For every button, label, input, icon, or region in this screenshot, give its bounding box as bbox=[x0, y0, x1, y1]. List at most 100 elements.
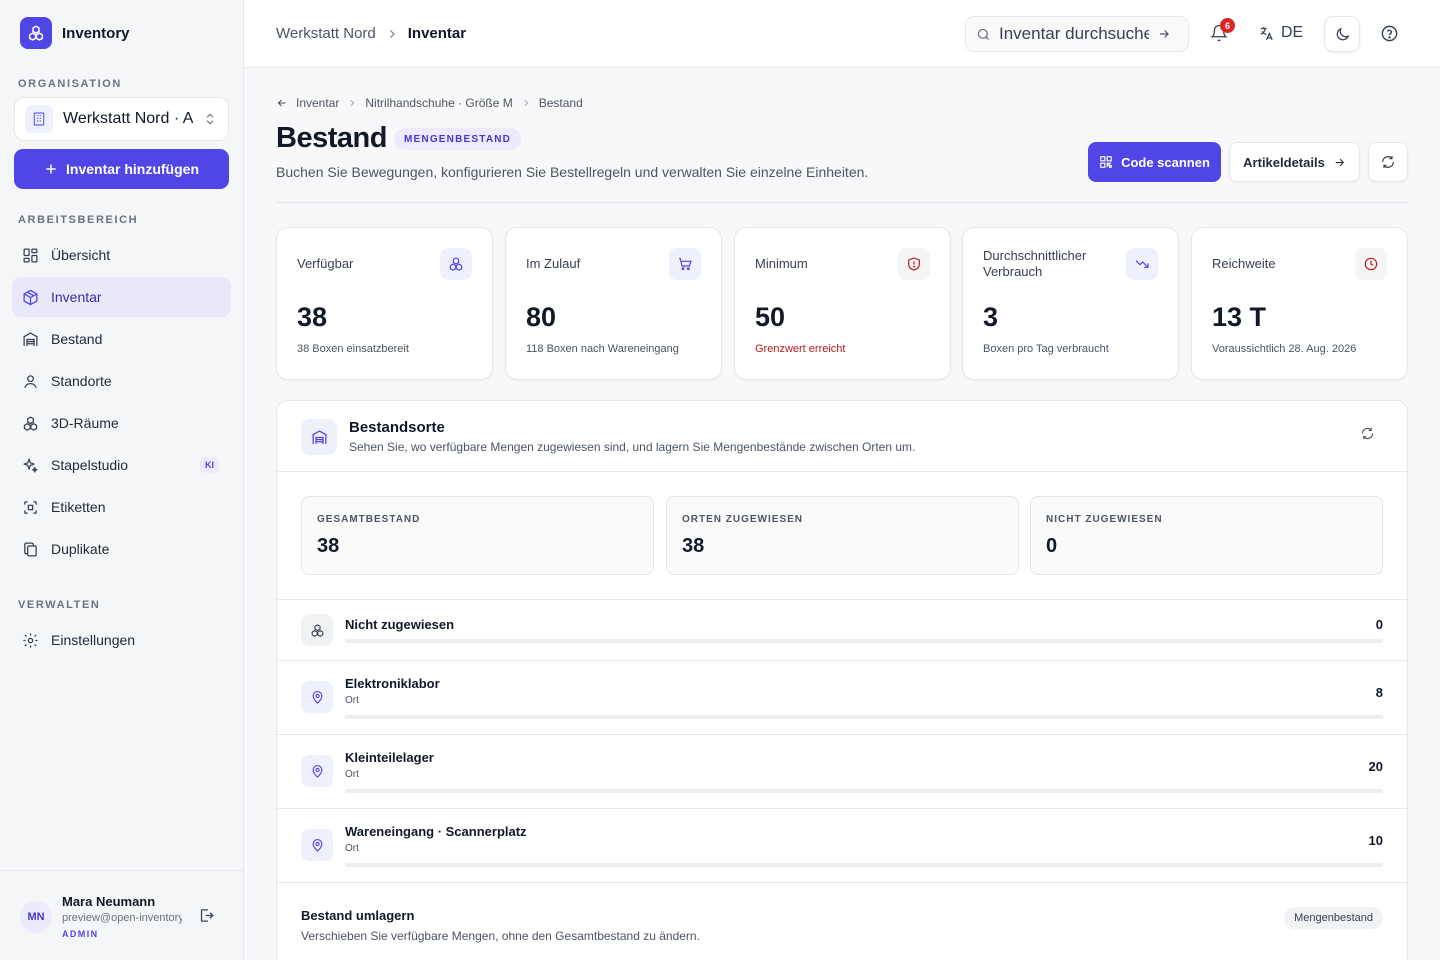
stat-label: Verfügbar bbox=[297, 256, 354, 271]
stat-caption: Boxen pro Tag verbraucht bbox=[983, 343, 1109, 355]
map-pin-icon bbox=[301, 681, 333, 713]
shield-alert-icon bbox=[898, 248, 930, 280]
summary-unassigned: NICHT ZUGEWIESEN 0 bbox=[1030, 496, 1383, 575]
user-panel: MN Mara Neumann preview@open-inventory A… bbox=[0, 870, 243, 960]
search-box[interactable] bbox=[965, 16, 1189, 52]
sidebar-item-stock[interactable]: Bestand bbox=[12, 319, 231, 359]
location-type: Ort bbox=[345, 769, 359, 780]
sidebar-item-3d-rooms[interactable]: 3D-Räume bbox=[12, 403, 231, 443]
arrow-right-icon[interactable] bbox=[1157, 27, 1171, 41]
panel-title: Bestandsorte bbox=[349, 419, 445, 436]
add-inventory-button[interactable]: Inventar hinzufügen bbox=[14, 149, 229, 189]
breadcrumb-item[interactable]: Werkstatt Nord bbox=[276, 25, 376, 42]
stat-card-avg-consumption: Durchschnittlicher Verbrauch 3 Boxen pro… bbox=[962, 227, 1179, 380]
divider bbox=[276, 202, 1408, 203]
move-stock-title: Bestand umlagern bbox=[301, 908, 415, 923]
stock-type-badge: Mengenbestand bbox=[1284, 907, 1383, 929]
stat-card-available: Verfügbar 38 38 Boxen einsatzbereit bbox=[276, 227, 493, 380]
language-label: DE bbox=[1281, 24, 1304, 41]
stat-card-coverage: Reichweite 13 T Voraussichtlich 28. Aug.… bbox=[1191, 227, 1408, 380]
item-details-button[interactable]: Artikeldetails bbox=[1229, 142, 1360, 182]
user-email: preview@open-inventory bbox=[62, 912, 182, 924]
location-row[interactable]: Elektroniklabor Ort 8 bbox=[277, 660, 1407, 734]
breadcrumb-item[interactable]: Inventar bbox=[296, 96, 339, 110]
organisation-name: Werkstatt Nord · A bbox=[63, 110, 193, 127]
add-inventory-label: Inventar hinzufügen bbox=[66, 161, 199, 177]
page-subtitle: Buchen Sie Bewegungen, konfigurieren Sie… bbox=[276, 164, 869, 180]
sidebar-item-settings[interactable]: Einstellungen bbox=[12, 620, 231, 660]
stat-value: 38 bbox=[297, 302, 328, 332]
workspace-label: ARBEITSBEREICH bbox=[18, 214, 139, 226]
ai-badge: KI bbox=[200, 457, 219, 473]
move-stock-subtitle: Verschieben Sie verfügbare Mengen, ohne … bbox=[301, 929, 700, 943]
manage-label: VERWALTEN bbox=[18, 599, 101, 611]
stat-value: 13 T bbox=[1212, 302, 1267, 332]
summary-value: 0 bbox=[1046, 535, 1058, 557]
location-type: Ort bbox=[345, 695, 359, 706]
help-icon[interactable] bbox=[1380, 24, 1399, 48]
main-content: Inventar Nitrilhandschuhe · Größe M Best… bbox=[244, 68, 1440, 960]
stat-caption: Voraussichtlich 28. Aug. 2026 bbox=[1212, 343, 1357, 355]
stat-caption: 118 Boxen nach Wareneingang bbox=[526, 343, 679, 355]
search-input[interactable] bbox=[999, 24, 1149, 44]
summary-label: GESAMTBESTAND bbox=[317, 514, 421, 525]
location-row[interactable]: Wareneingang · Scannerplatz Ort 10 bbox=[277, 808, 1407, 882]
refresh-icon[interactable] bbox=[1360, 426, 1375, 446]
avatar[interactable]: MN bbox=[20, 901, 52, 933]
breadcrumb-current: Bestand bbox=[538, 96, 583, 110]
location-name: Kleinteilelager bbox=[345, 750, 434, 765]
user-name: Mara Neumann bbox=[62, 894, 156, 909]
refresh-icon bbox=[1382, 156, 1394, 168]
move-stock-section bbox=[277, 882, 1407, 960]
stat-label: Reichweite bbox=[1212, 256, 1276, 271]
brand[interactable]: Inventory bbox=[20, 17, 130, 49]
chevron-right-icon bbox=[389, 29, 395, 38]
logout-icon[interactable] bbox=[198, 907, 215, 929]
sparkles-icon bbox=[23, 457, 38, 473]
copy-icon bbox=[24, 541, 37, 557]
translate-icon bbox=[1260, 26, 1273, 40]
language-switcher[interactable]: DE bbox=[1258, 24, 1303, 42]
scan-code-button[interactable]: Code scannen bbox=[1088, 142, 1221, 182]
summary-label: NICHT ZUGEWIESEN bbox=[1046, 514, 1163, 525]
box-icon bbox=[23, 289, 38, 305]
moon-icon bbox=[1336, 27, 1349, 40]
organisation-select[interactable]: Werkstatt Nord · A bbox=[14, 97, 229, 141]
page-breadcrumb: Inventar Nitrilhandschuhe · Größe M Best… bbox=[276, 96, 583, 110]
sidebar-item-label: Etiketten bbox=[51, 499, 106, 515]
stat-caption: 38 Boxen einsatzbereit bbox=[297, 343, 409, 355]
refresh-button[interactable] bbox=[1368, 142, 1408, 182]
plus-icon bbox=[46, 164, 56, 174]
location-name: Nicht zugewiesen bbox=[345, 617, 455, 632]
sidebar-item-duplicates[interactable]: Duplikate bbox=[12, 529, 231, 569]
location-quantity: 10 bbox=[1368, 833, 1383, 848]
stat-label: Durchschnittlicher Verbrauch bbox=[983, 248, 1087, 279]
stat-card-minimum: Minimum 50 Grenzwert erreicht bbox=[734, 227, 951, 380]
theme-toggle-button[interactable] bbox=[1324, 16, 1360, 52]
location-share-bar bbox=[345, 863, 1383, 867]
arrow-left-icon[interactable] bbox=[276, 97, 288, 109]
location-row-unassigned[interactable]: Nicht zugewiesen 0 bbox=[277, 599, 1407, 661]
location-share-bar bbox=[345, 789, 1383, 793]
summary-label: ORTEN ZUGEWIESEN bbox=[682, 514, 804, 525]
sidebar-item-label: Übersicht bbox=[51, 247, 111, 263]
sidebar-item-inventory[interactable]: Inventar bbox=[12, 277, 231, 317]
stat-label: Im Zulauf bbox=[526, 256, 581, 271]
stat-value: 80 bbox=[526, 302, 557, 332]
sidebar-item-label: Standorte bbox=[51, 373, 112, 389]
stock-mode-badge: MENGENBESTAND bbox=[394, 128, 522, 150]
sidebar: Inventory ORGANISATION Werkstatt Nord · … bbox=[0, 0, 244, 960]
sidebar-item-labels[interactable]: Etiketten bbox=[12, 487, 231, 527]
location-row[interactable]: Kleinteilelager Ort 20 bbox=[277, 734, 1407, 808]
stat-value: 3 bbox=[983, 302, 999, 332]
sidebar-item-label: Duplikate bbox=[51, 541, 110, 557]
sidebar-item-stack-studio[interactable]: Stapelstudio KI bbox=[12, 445, 231, 485]
sidebar-item-overview[interactable]: Übersicht bbox=[12, 235, 231, 275]
boxes-icon bbox=[301, 614, 333, 646]
sidebar-item-label: Stapelstudio bbox=[51, 457, 129, 473]
chevron-right-icon bbox=[524, 99, 529, 107]
organisation-label: ORGANISATION bbox=[18, 78, 122, 90]
chevron-right-icon bbox=[350, 99, 355, 107]
sidebar-item-locations[interactable]: Standorte bbox=[12, 361, 231, 401]
breadcrumb-item[interactable]: Nitrilhandschuhe · Größe M bbox=[365, 96, 512, 110]
